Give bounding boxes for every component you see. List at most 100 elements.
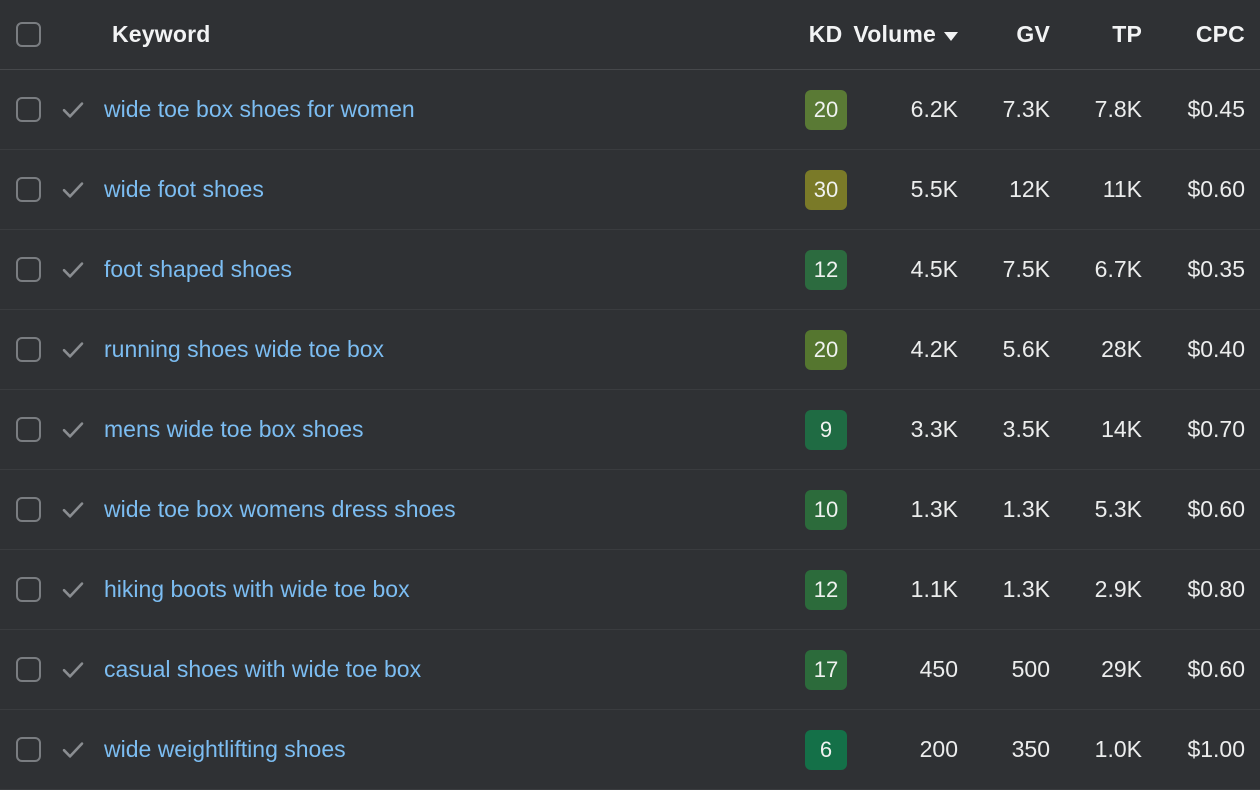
table-row[interactable]: mens wide toe box shoes93.3K3.5K14K$0.70 (0, 390, 1260, 470)
volume-value: 200 (920, 736, 958, 762)
row-tick-cell[interactable] (50, 177, 96, 203)
check-icon[interactable] (60, 577, 86, 603)
row-tick-cell[interactable] (50, 497, 96, 523)
row-checkbox[interactable] (16, 577, 41, 602)
keyword-link[interactable]: foot shaped shoes (104, 256, 292, 283)
table-header-row: Keyword KD Volume GV TP CPC (0, 0, 1260, 70)
tp-value: 2.9K (1095, 576, 1142, 602)
check-icon[interactable] (60, 417, 86, 443)
check-icon[interactable] (60, 257, 86, 283)
cpc-cell: $0.70 (1152, 416, 1260, 443)
keyword-cell: running shoes wide toe box (96, 336, 766, 363)
keyword-cell: mens wide toe box shoes (96, 416, 766, 443)
row-checkbox[interactable] (16, 177, 41, 202)
keyword-link[interactable]: wide foot shoes (104, 176, 264, 203)
row-checkbox-cell (0, 417, 50, 442)
gv-value: 5.6K (1003, 336, 1050, 362)
keyword-link[interactable]: casual shoes with wide toe box (104, 656, 421, 683)
table-row[interactable]: running shoes wide toe box204.2K5.6K28K$… (0, 310, 1260, 390)
keyword-link[interactable]: mens wide toe box shoes (104, 416, 364, 443)
row-checkbox[interactable] (16, 417, 41, 442)
table-row[interactable]: wide toe box shoes for women206.2K7.3K7.… (0, 70, 1260, 150)
gv-cell: 1.3K (968, 496, 1060, 523)
row-tick-cell[interactable] (50, 737, 96, 763)
keyword-link[interactable]: hiking boots with wide toe box (104, 576, 410, 603)
row-checkbox[interactable] (16, 337, 41, 362)
row-checkbox[interactable] (16, 97, 41, 122)
keyword-table: Keyword KD Volume GV TP CPC wide toe box… (0, 0, 1260, 788)
check-icon[interactable] (60, 177, 86, 203)
column-header-tp[interactable]: TP (1060, 21, 1152, 48)
caret-down-icon[interactable] (944, 32, 958, 41)
keyword-link[interactable]: wide weightlifting shoes (104, 736, 346, 763)
tp-value: 14K (1101, 416, 1142, 442)
column-header-volume-sortable[interactable]: Volume (853, 21, 958, 48)
table-row[interactable]: hiking boots with wide toe box121.1K1.3K… (0, 550, 1260, 630)
column-header-volume-label: Volume (853, 21, 936, 48)
gv-value: 12K (1009, 176, 1050, 202)
column-header-volume[interactable]: Volume (853, 21, 968, 48)
kd-badge: 10 (805, 490, 847, 530)
check-icon[interactable] (60, 737, 86, 763)
keyword-cell: wide toe box shoes for women (96, 96, 766, 123)
kd-cell: 9 (766, 410, 858, 450)
kd-cell: 10 (766, 490, 858, 530)
kd-cell: 12 (766, 250, 858, 290)
row-checkbox-cell (0, 737, 50, 762)
row-tick-cell[interactable] (50, 577, 96, 603)
keyword-cell: foot shaped shoes (96, 256, 766, 283)
check-icon[interactable] (60, 337, 86, 363)
row-tick-cell[interactable] (50, 657, 96, 683)
kd-badge: 6 (805, 730, 847, 770)
table-row[interactable]: wide foot shoes305.5K12K11K$0.60 (0, 150, 1260, 230)
volume-cell: 6.2K (858, 96, 968, 123)
table-row[interactable]: wide toe box womens dress shoes101.3K1.3… (0, 470, 1260, 550)
kd-badge: 30 (805, 170, 847, 210)
gv-cell: 1.3K (968, 576, 1060, 603)
keyword-link[interactable]: wide toe box shoes for women (104, 96, 415, 123)
volume-cell: 4.5K (858, 256, 968, 283)
kd-badge: 17 (805, 650, 847, 690)
table-row[interactable]: wide weightlifting shoes62003501.0K$1.00 (0, 710, 1260, 790)
select-all-checkbox[interactable] (16, 22, 41, 47)
tp-cell: 7.8K (1060, 96, 1152, 123)
column-header-cpc[interactable]: CPC (1152, 21, 1260, 48)
cpc-cell: $0.60 (1152, 496, 1260, 523)
cpc-value: $1.00 (1187, 736, 1245, 762)
row-tick-cell[interactable] (50, 97, 96, 123)
row-checkbox[interactable] (16, 657, 41, 682)
column-header-gv-label: GV (1016, 21, 1050, 47)
gv-value: 3.5K (1003, 416, 1050, 442)
row-checkbox[interactable] (16, 257, 41, 282)
row-checkbox[interactable] (16, 737, 41, 762)
check-icon[interactable] (60, 657, 86, 683)
volume-value: 450 (920, 656, 958, 682)
check-icon[interactable] (60, 497, 86, 523)
gv-cell: 500 (968, 656, 1060, 683)
column-header-keyword[interactable]: Keyword (96, 21, 761, 48)
column-header-keyword-label: Keyword (104, 21, 211, 48)
column-header-kd-label: KD (809, 21, 843, 48)
keyword-link[interactable]: running shoes wide toe box (104, 336, 384, 363)
tp-cell: 14K (1060, 416, 1152, 443)
keyword-cell: casual shoes with wide toe box (96, 656, 766, 683)
table-row[interactable]: casual shoes with wide toe box 17 450 500 29… (0, 630, 1260, 710)
table-body: wide toe box shoes for women206.2K7.3K7.… (0, 70, 1260, 790)
column-header-kd[interactable]: KD (761, 21, 853, 48)
table-row[interactable]: foot shaped shoes124.5K7.5K6.7K$0.35 (0, 230, 1260, 310)
column-header-gv[interactable]: GV (968, 21, 1060, 48)
kd-badge: 12 (805, 250, 847, 290)
row-tick-cell[interactable] (50, 337, 96, 363)
row-checkbox-cell (0, 177, 50, 202)
tp-value: 29K (1101, 656, 1142, 682)
keyword-cell: wide toe box womens dress shoes (96, 496, 766, 523)
check-icon[interactable] (60, 97, 86, 123)
row-checkbox[interactable] (16, 497, 41, 522)
gv-value: 7.5K (1003, 256, 1050, 282)
keyword-link[interactable]: wide toe box womens dress shoes (104, 496, 456, 523)
row-tick-cell[interactable] (50, 417, 96, 443)
row-tick-cell[interactable] (50, 257, 96, 283)
row-checkbox-cell (0, 577, 50, 602)
tp-cell: 1.0K (1060, 736, 1152, 763)
cpc-cell: $1.00 (1152, 736, 1260, 763)
